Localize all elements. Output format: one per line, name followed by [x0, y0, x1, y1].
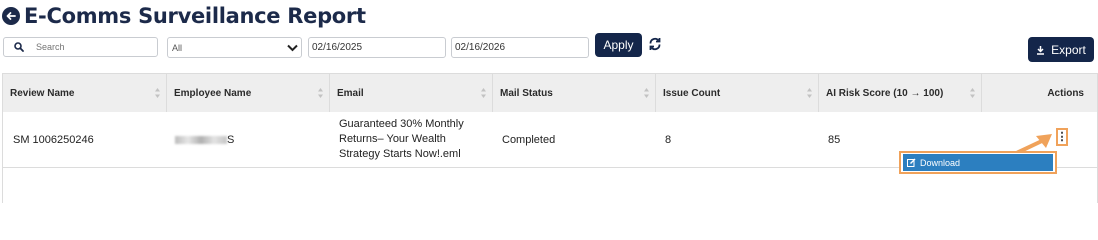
arrow-left-icon[interactable] — [2, 7, 20, 25]
sort-icon — [807, 88, 812, 98]
column-header-employee-name[interactable]: Employee Name — [167, 74, 330, 112]
column-header-review-name[interactable]: Review Name — [3, 74, 167, 112]
search-input[interactable] — [34, 41, 148, 53]
cell-employee-name: S — [175, 112, 234, 167]
cell-mail-status: Completed — [502, 133, 556, 146]
apply-button[interactable]: Apply — [595, 33, 642, 57]
sort-icon — [318, 88, 323, 98]
redacted-name — [175, 135, 227, 144]
sort-icon — [644, 88, 649, 98]
column-header-mail-status[interactable]: Mail Status — [493, 74, 656, 112]
sort-icon — [970, 88, 975, 98]
chevron-down-icon — [287, 44, 298, 51]
column-header-actions: Actions — [1047, 87, 1084, 99]
cell-email[interactable]: Guaranteed 30% Monthly Returns– Your Wea… — [339, 112, 464, 167]
sort-icon — [155, 88, 160, 98]
column-header-email[interactable]: Email — [330, 74, 493, 112]
column-header-ai-risk-score[interactable]: AI Risk Score (10 → 100) — [819, 74, 982, 112]
download-menu-item[interactable]: Download — [903, 154, 1053, 171]
actions-dropdown: Download — [899, 151, 1057, 174]
start-date-field[interactable]: 02/16/2025 — [308, 37, 446, 58]
download-icon — [1037, 45, 1045, 55]
page-header: E-Comms Surveillance Report — [2, 3, 366, 29]
kebab-menu-icon[interactable]: ⋮ — [1056, 128, 1068, 146]
cell-ai-risk-score: 85 — [828, 133, 841, 146]
search-icon — [14, 42, 24, 52]
export-button[interactable]: Export — [1028, 37, 1094, 62]
column-header-issue-count[interactable]: Issue Count — [656, 74, 819, 112]
export-label: Export — [1051, 42, 1086, 57]
edit-icon — [907, 158, 916, 167]
download-label: Download — [920, 157, 961, 168]
page-title: E-Comms Surveillance Report — [24, 4, 366, 28]
search-input-wrapper[interactable] — [3, 37, 158, 57]
cell-issue-count: 8 — [665, 133, 672, 146]
report-table: Review Name Employee Name Email Mail Sta… — [2, 73, 1098, 203]
end-date-field[interactable]: 02/16/2026 — [451, 37, 589, 58]
cell-review-name: SM 1006250246 — [13, 133, 94, 146]
status-select[interactable]: All — [167, 37, 302, 58]
table-header: Review Name Employee Name Email Mail Sta… — [3, 74, 1097, 113]
refresh-icon[interactable] — [648, 37, 662, 51]
status-select-value: All — [172, 42, 183, 53]
sort-icon — [481, 88, 486, 98]
